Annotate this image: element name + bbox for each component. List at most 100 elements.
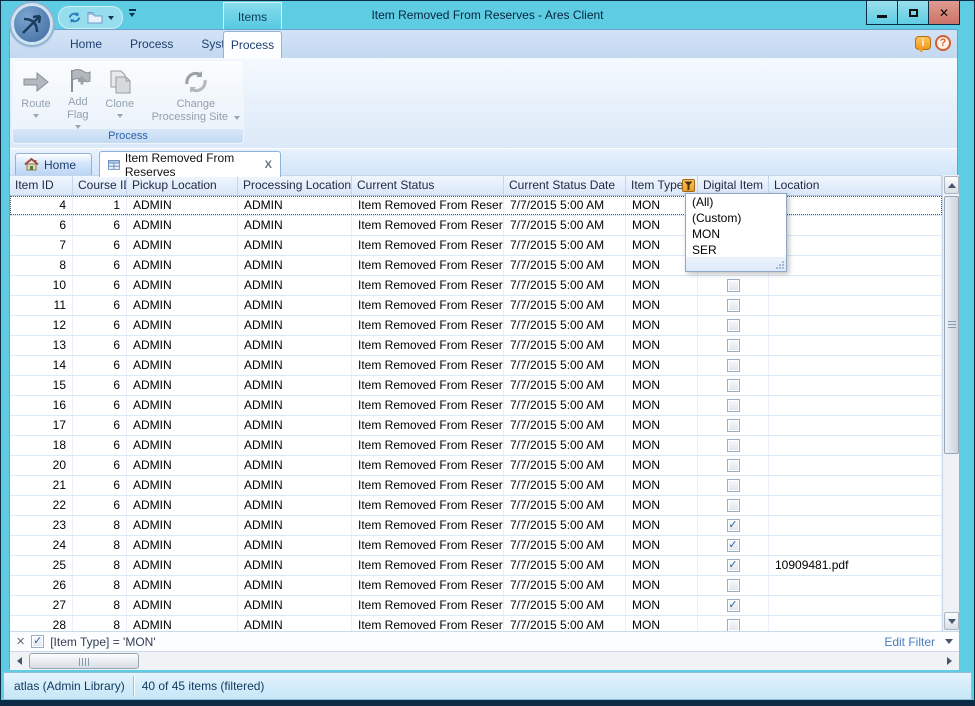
table-row[interactable]: 226ADMINADMINItem Removed From Reserves7… bbox=[10, 496, 942, 516]
filter-option-ser[interactable]: SER bbox=[686, 242, 786, 258]
column-header-current-status[interactable]: Current Status bbox=[352, 176, 504, 195]
table-row[interactable]: 156ADMINADMINItem Removed From Reserves7… bbox=[10, 376, 942, 396]
tab-home[interactable]: Home bbox=[15, 153, 92, 176]
cell: 8 bbox=[73, 536, 127, 555]
maximize-button[interactable] bbox=[897, 1, 929, 25]
cell: 8 bbox=[10, 256, 73, 275]
table-row[interactable]: 248ADMINADMINItem Removed From Reserves7… bbox=[10, 536, 942, 556]
route-button[interactable]: Route bbox=[15, 63, 57, 129]
table-row[interactable]: 186ADMINADMINItem Removed From Reserves7… bbox=[10, 436, 942, 456]
table-row[interactable]: 216ADMINADMINItem Removed From Reserves7… bbox=[10, 476, 942, 496]
table-row[interactable]: 238ADMINADMINItem Removed From Reserves7… bbox=[10, 516, 942, 536]
digital-item-checkbox[interactable] bbox=[727, 339, 740, 352]
digital-item-checkbox[interactable]: ✓ bbox=[727, 539, 740, 552]
digital-item-checkbox[interactable] bbox=[727, 279, 740, 292]
column-header-location[interactable]: Location bbox=[769, 176, 942, 195]
cell: 7/7/2015 5:00 AM bbox=[504, 556, 626, 575]
digital-item-checkbox[interactable] bbox=[727, 619, 740, 631]
scroll-up-button[interactable] bbox=[944, 176, 959, 194]
cell: Item Removed From Reserves bbox=[352, 616, 504, 631]
table-row[interactable]: 146ADMINADMINItem Removed From Reserves7… bbox=[10, 356, 942, 376]
filter-icon[interactable] bbox=[682, 179, 695, 192]
vertical-scrollbar-thumb[interactable] bbox=[944, 196, 959, 454]
scroll-down-button[interactable] bbox=[944, 612, 959, 630]
horizontal-scrollbar[interactable] bbox=[10, 651, 959, 670]
digital-item-checkbox[interactable] bbox=[727, 439, 740, 452]
digital-item-checkbox[interactable]: ✓ bbox=[727, 519, 740, 532]
help-icon[interactable]: ? bbox=[935, 35, 951, 51]
digital-item-checkbox[interactable] bbox=[727, 299, 740, 312]
table-row[interactable]: 66ADMINADMINItem Removed From Reserves7/… bbox=[10, 216, 942, 236]
filter-option-all[interactable]: (All) bbox=[686, 194, 786, 210]
table-row[interactable]: 258ADMINADMINItem Removed From Reserves7… bbox=[10, 556, 942, 576]
table-row[interactable]: 136ADMINADMINItem Removed From Reserves7… bbox=[10, 336, 942, 356]
location-cell bbox=[769, 196, 942, 215]
ribbon-tab-home[interactable]: Home bbox=[56, 30, 116, 58]
folder-icon[interactable] bbox=[87, 11, 103, 24]
cell: ADMIN bbox=[127, 436, 238, 455]
digital-item-checkbox[interactable]: ✓ bbox=[727, 559, 740, 572]
add-flag-button[interactable]: Add Flag bbox=[57, 63, 99, 129]
digital-item-checkbox[interactable] bbox=[727, 419, 740, 432]
column-header-course-id[interactable]: Course ID bbox=[73, 176, 127, 195]
minimize-button[interactable] bbox=[866, 1, 898, 25]
column-header-pickup-location[interactable]: Pickup Location bbox=[127, 176, 238, 195]
tab-process-contextual[interactable]: Process bbox=[223, 31, 282, 58]
remove-filter-icon[interactable]: ✕ bbox=[16, 635, 25, 648]
digital-item-checkbox[interactable] bbox=[727, 499, 740, 512]
digital-item-checkbox[interactable]: ✓ bbox=[727, 599, 740, 612]
filter-enabled-checkbox[interactable]: ✓ bbox=[31, 635, 44, 648]
filter-option-custom[interactable]: (Custom) bbox=[686, 210, 786, 226]
filter-history-dropdown-icon[interactable] bbox=[945, 639, 953, 644]
table-row[interactable]: 278ADMINADMINItem Removed From Reserves7… bbox=[10, 596, 942, 616]
vertical-scrollbar[interactable] bbox=[942, 175, 959, 631]
digital-item-checkbox[interactable] bbox=[727, 479, 740, 492]
cell: MON bbox=[626, 616, 698, 631]
table-row[interactable]: 106ADMINADMINItem Removed From Reserves7… bbox=[10, 276, 942, 296]
column-header-current-status-date[interactable]: Current Status Date bbox=[504, 176, 626, 195]
customize-qat-button[interactable] bbox=[129, 9, 136, 17]
table-row[interactable]: 176ADMINADMINItem Removed From Reserves7… bbox=[10, 416, 942, 436]
filter-option-mon[interactable]: MON bbox=[686, 226, 786, 242]
digital-item-checkbox[interactable] bbox=[727, 379, 740, 392]
table-row[interactable]: 86ADMINADMINItem Removed From Reserves7/… bbox=[10, 256, 942, 276]
table-row[interactable]: 41ADMINADMINItem Removed From Reserves7/… bbox=[10, 196, 942, 216]
application-menu-button[interactable] bbox=[11, 3, 53, 45]
dropdown-resize-strip[interactable] bbox=[686, 257, 786, 271]
scroll-right-button[interactable] bbox=[941, 653, 958, 669]
digital-item-checkbox[interactable] bbox=[727, 319, 740, 332]
table-row[interactable]: 288ADMINADMINItem Removed From Reserves7… bbox=[10, 616, 942, 631]
digital-item-checkbox[interactable] bbox=[727, 579, 740, 592]
table-row[interactable]: 116ADMINADMINItem Removed From Reserves7… bbox=[10, 296, 942, 316]
edit-filter-link[interactable]: Edit Filter bbox=[884, 635, 935, 649]
cell: 6 bbox=[73, 496, 127, 515]
cell: 6 bbox=[10, 216, 73, 235]
cell: Item Removed From Reserves bbox=[352, 276, 504, 295]
digital-item-checkbox[interactable] bbox=[727, 399, 740, 412]
digital-item-checkbox[interactable] bbox=[727, 359, 740, 372]
column-header-item-id[interactable]: Item ID bbox=[10, 176, 73, 195]
table-row[interactable]: 268ADMINADMINItem Removed From Reserves7… bbox=[10, 576, 942, 596]
table-row[interactable]: 166ADMINADMINItem Removed From Reserves7… bbox=[10, 396, 942, 416]
close-tab-icon[interactable]: X bbox=[265, 159, 272, 171]
digital-item-checkbox[interactable] bbox=[727, 459, 740, 472]
digital-item-cell bbox=[698, 496, 769, 515]
table-row[interactable]: 76ADMINADMINItem Removed From Reserves7/… bbox=[10, 236, 942, 256]
ribbon-tab-process[interactable]: Process bbox=[116, 30, 187, 58]
tab-item-removed-from-reserves[interactable]: Item Removed From Reserves X bbox=[99, 151, 281, 177]
horizontal-scrollbar-thumb[interactable] bbox=[29, 653, 139, 669]
close-button[interactable]: ✕ bbox=[928, 1, 960, 25]
column-header-processing-location[interactable]: Processing Location bbox=[238, 176, 352, 195]
info-icon[interactable]: i bbox=[915, 36, 931, 50]
table-row[interactable]: 126ADMINADMINItem Removed From Reserves7… bbox=[10, 316, 942, 336]
folder-dropdown-icon[interactable] bbox=[108, 16, 114, 20]
cell: ADMIN bbox=[127, 196, 238, 215]
refresh-icon[interactable] bbox=[67, 10, 82, 25]
clone-button[interactable]: Clone bbox=[99, 63, 141, 129]
scroll-left-button[interactable] bbox=[11, 653, 28, 669]
table-row[interactable]: 206ADMINADMINItem Removed From Reserves7… bbox=[10, 456, 942, 476]
digital-item-cell bbox=[698, 396, 769, 415]
clone-dropdown-icon bbox=[117, 114, 123, 118]
cell: ADMIN bbox=[238, 336, 352, 355]
change-processing-site-button[interactable]: Change Processing Site bbox=[151, 63, 241, 129]
